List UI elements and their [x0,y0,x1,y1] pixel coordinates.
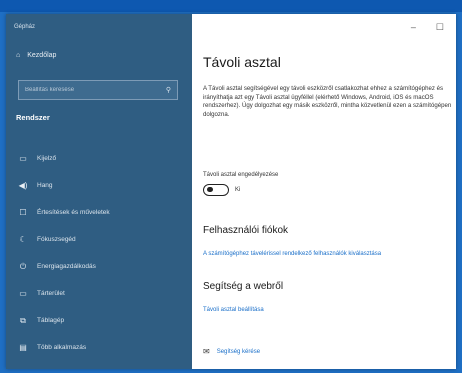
sidebar-item-label: Energiagazdálkodás [37,263,96,270]
search-input[interactable] [25,87,155,93]
main-content: – ☐ Távoli asztal A Távoli asztal segíts… [192,14,456,369]
sidebar-item-focus-assist[interactable]: ☾ Fókuszsegéd [6,226,192,253]
sidebar-item-power[interactable]: ⏻ Energiagazdálkodás [6,253,192,280]
sidebar-item-sound[interactable]: ◀) Hang [6,172,192,199]
sidebar-item-display[interactable]: ▭ Kijelző [6,145,192,172]
get-help-row[interactable]: ✉ Segítség kérése [203,347,260,356]
power-icon: ⏻ [19,261,27,271]
toggle-knob [207,186,213,193]
sidebar-item-tablet[interactable]: ⧉ Táblagép [6,307,192,334]
web-help-heading: Segítség a webről [203,281,284,292]
sidebar: Gépház ⌂ Kezdőlap ⚲ Rendszer ▭ Kijelző ◀… [6,14,192,369]
moon-icon: ☾ [19,235,27,244]
sidebar-item-label: Kijelző [37,155,57,162]
sidebar-item-label: Hang [37,182,53,189]
home-icon: ⌂ [16,52,21,59]
window-controls: – ☐ [411,22,444,33]
section-title: Rendszer [16,113,50,122]
page-title: Távoli asztal [203,54,281,70]
monitor-icon: ▭ [19,154,27,163]
settings-window: Gépház ⌂ Kezdőlap ⚲ Rendszer ▭ Kijelző ◀… [6,14,456,369]
speaker-icon: ◀) [18,181,28,190]
sidebar-item-label: Több alkalmazás [37,344,87,351]
sidebar-item-label: Fókuszsegéd [37,236,76,243]
remote-desktop-toggle[interactable] [203,184,229,196]
notification-icon: ☐ [19,208,27,217]
sidebar-item-storage[interactable]: ▭ Tárterület [6,280,192,307]
user-accounts-heading: Felhasználói fiókok [203,225,289,236]
sidebar-item-label: Tárterület [37,290,65,297]
remote-desktop-toggle-row: Ki [203,184,240,196]
window-title: Gépház [14,24,36,30]
user-accounts-link[interactable]: A számítógéphez távelérissel rendelkező … [203,251,381,257]
multitasking-icon: ▤ [19,343,27,352]
battery-icon: ▭ [19,289,27,298]
search-box[interactable]: ⚲ [18,80,178,100]
page-description: A Távoli asztal segítségével egy távoli … [203,85,452,118]
sidebar-item-label: Táblagép [37,317,65,324]
sidebar-item-multitasking[interactable]: ▤ Több alkalmazás [6,334,192,361]
sidebar-nav: ▭ Kijelző ◀) Hang ☐ Értesítések és művel… [6,145,192,361]
remote-desktop-toggle-label: Távoli asztal engedélyezése [203,172,279,178]
get-help-link[interactable]: Segítség kérése [217,349,260,355]
maximize-icon[interactable]: ☐ [436,22,444,33]
help-chat-icon: ✉ [203,347,210,356]
search-icon[interactable]: ⚲ [166,86,171,94]
minimize-icon[interactable]: – [411,22,416,33]
toggle-state-label: Ki [235,187,241,193]
home-nav-item[interactable]: ⌂ Kezdőlap [16,52,56,59]
setup-remote-desktop-link[interactable]: Távoli asztal beállítása [203,307,264,313]
sidebar-item-notifications[interactable]: ☐ Értesítések és műveletek [6,199,192,226]
sidebar-item-label: Értesítések és műveletek [37,209,110,216]
home-label: Kezdőlap [27,52,57,59]
tablet-icon: ⧉ [20,315,26,325]
desktop-background [0,0,462,12]
